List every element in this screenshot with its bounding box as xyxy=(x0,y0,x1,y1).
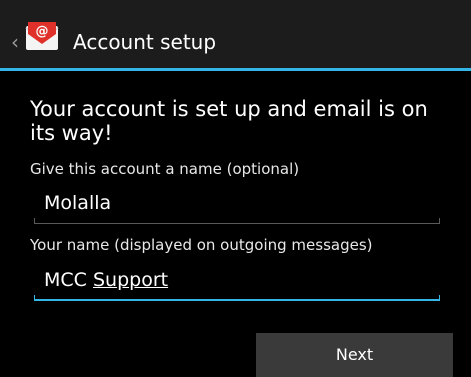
your-name-label: Your name (displayed on outgoing message… xyxy=(30,236,373,254)
setup-complete-message: Your account is set up and email is on i… xyxy=(30,97,428,145)
email-at-envelope-icon[interactable]: @ xyxy=(24,20,60,56)
next-button[interactable]: Next xyxy=(256,333,453,377)
action-bar: ‹ @ Account setup xyxy=(0,0,471,68)
account-name-input[interactable]: Molalla xyxy=(34,186,440,224)
your-name-input[interactable]: MCC Support xyxy=(34,263,440,301)
your-name-second-word: Support xyxy=(92,269,169,291)
svg-text:@: @ xyxy=(36,24,49,39)
your-name-underline-focused xyxy=(34,295,440,301)
action-bar-divider xyxy=(0,68,471,71)
chevron-left-icon[interactable]: ‹ xyxy=(11,32,19,52)
page-title: Account setup xyxy=(73,30,217,54)
your-name-value: MCC Support xyxy=(44,269,168,291)
account-name-value: Molalla xyxy=(44,192,112,214)
account-name-underline xyxy=(34,218,440,224)
account-name-label: Give this account a name (optional) xyxy=(30,160,300,178)
your-name-first-word: MCC xyxy=(44,269,87,291)
